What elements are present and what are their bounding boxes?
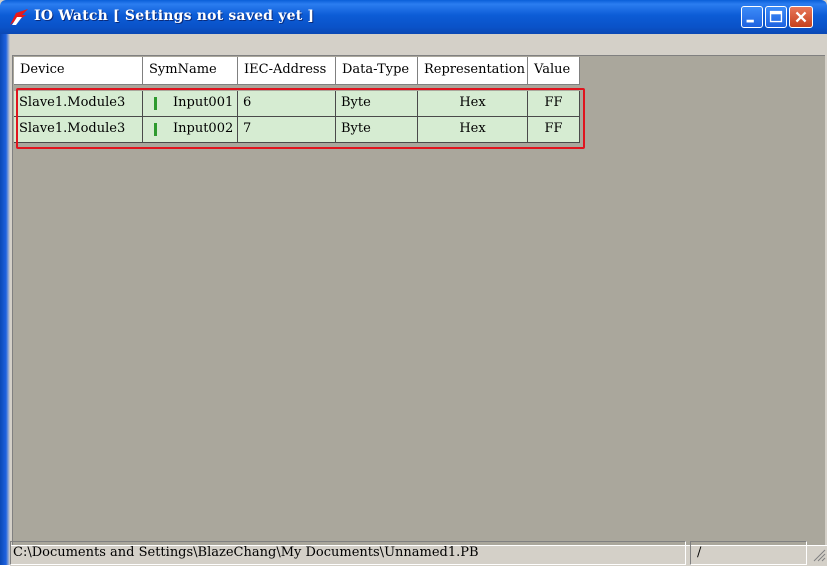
column-header-representation[interactable]: Representation xyxy=(418,57,528,85)
symname-text: Input001 xyxy=(173,95,234,110)
io-watch-window: IO Watch [ Settings not saved yet ] Devi… xyxy=(0,0,827,566)
status-marker-icon xyxy=(154,97,157,110)
column-header-data-type[interactable]: Data-Type xyxy=(336,57,418,85)
cell-value: FF xyxy=(528,117,580,143)
cell-representation: Hex xyxy=(418,117,528,143)
cell-device: Slave1.Module3 xyxy=(14,117,143,143)
cell-data-type: Byte xyxy=(336,91,418,117)
app-icon xyxy=(10,9,28,25)
maximize-button[interactable] xyxy=(765,6,787,28)
status-pane: / xyxy=(690,541,807,565)
table-row[interactable]: Slave1.Module3 Input002 7 Byte Hex FF xyxy=(14,117,580,143)
window-title: IO Watch [ Settings not saved yet ] xyxy=(34,8,315,24)
column-header-value[interactable]: Value xyxy=(528,57,580,85)
resize-grip-icon[interactable] xyxy=(810,546,826,562)
table-header: Device SymName IEC-Address Data-Type Rep… xyxy=(14,57,580,85)
status-marker-icon xyxy=(154,123,157,136)
column-header-symname[interactable]: SymName xyxy=(143,57,238,85)
close-button[interactable] xyxy=(789,6,813,28)
window-frame-left xyxy=(0,34,10,565)
table-row[interactable]: Slave1.Module3 Input001 6 Byte Hex FF xyxy=(14,91,580,117)
minimize-button[interactable] xyxy=(741,6,763,28)
cell-data-type: Byte xyxy=(336,117,418,143)
cell-device: Slave1.Module3 xyxy=(14,91,143,117)
title-bar[interactable]: IO Watch [ Settings not saved yet ] xyxy=(0,0,827,34)
minimize-icon xyxy=(746,19,754,23)
cell-symname: Input002 xyxy=(143,117,238,143)
column-header-iec-address[interactable]: IEC-Address xyxy=(238,57,336,85)
cell-value: FF xyxy=(528,91,580,117)
cell-iec-address: 6 xyxy=(238,91,336,117)
symname-text: Input002 xyxy=(173,121,234,136)
cell-representation: Hex xyxy=(418,91,528,117)
cell-iec-address: 7 xyxy=(238,117,336,143)
cell-symname: Input001 xyxy=(143,91,238,117)
maximize-icon xyxy=(769,10,783,23)
column-header-device[interactable]: Device xyxy=(14,57,143,85)
status-file-path: C:\Documents and Settings\BlazeChang\My … xyxy=(10,541,686,565)
table-body: Slave1.Module3 Input001 6 Byte Hex FF Sl… xyxy=(14,91,580,143)
close-icon xyxy=(795,11,807,23)
